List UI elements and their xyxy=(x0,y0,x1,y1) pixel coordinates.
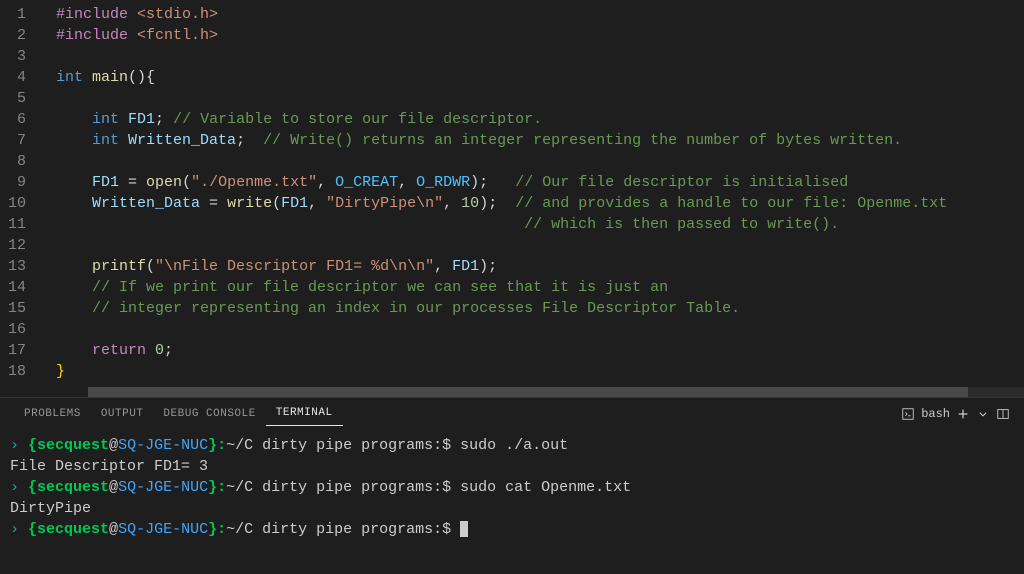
terminal-line: File Descriptor FD1= 3 xyxy=(10,456,1014,477)
code-line xyxy=(56,319,1024,340)
line-number: 12 xyxy=(0,235,44,256)
line-number: 4 xyxy=(0,67,44,88)
code-line: int FD1; // Variable to store our file d… xyxy=(56,109,1024,130)
line-number: 14 xyxy=(0,277,44,298)
chevron-down-icon[interactable] xyxy=(976,407,990,421)
terminal-line: › {secquest@SQ-JGE-NUC}:~/C dirty pipe p… xyxy=(10,519,1014,540)
terminal-content[interactable]: › {secquest@SQ-JGE-NUC}:~/C dirty pipe p… xyxy=(0,429,1024,574)
code-line: FD1 = open("./Openme.txt", O_CREAT, O_RD… xyxy=(56,172,1024,193)
code-line: int main(){ xyxy=(56,67,1024,88)
code-line xyxy=(56,88,1024,109)
line-number: 6 xyxy=(0,109,44,130)
code-line xyxy=(56,235,1024,256)
tab-problems[interactable]: PROBLEMS xyxy=(14,402,91,426)
panel-actions: bash xyxy=(901,407,1010,421)
line-number: 18 xyxy=(0,361,44,382)
terminal-line: › {secquest@SQ-JGE-NUC}:~/C dirty pipe p… xyxy=(10,477,1014,498)
code-line: // which is then passed to write(). xyxy=(56,214,1024,235)
line-number: 8 xyxy=(0,151,44,172)
split-icon[interactable] xyxy=(996,407,1010,421)
line-number: 16 xyxy=(0,319,44,340)
plus-icon[interactable] xyxy=(956,407,970,421)
code-line: printf("\nFile Descriptor FD1= %d\n\n", … xyxy=(56,256,1024,277)
scrollbar-thumb[interactable] xyxy=(88,387,968,397)
code-line xyxy=(56,151,1024,172)
shell-name[interactable]: bash xyxy=(921,407,950,421)
code-content[interactable]: #include <stdio.h> #include <fcntl.h> in… xyxy=(44,0,1024,397)
line-number: 1 xyxy=(0,4,44,25)
line-number: 13 xyxy=(0,256,44,277)
line-number: 3 xyxy=(0,46,44,67)
tab-output[interactable]: OUTPUT xyxy=(91,402,154,426)
editor-area: 1 2 3 4 5 6 7 8 9 10 11 12 13 14 15 16 1… xyxy=(0,0,1024,397)
code-line: return 0; xyxy=(56,340,1024,361)
code-line: // If we print our file descriptor we ca… xyxy=(56,277,1024,298)
code-line: #include <fcntl.h> xyxy=(56,25,1024,46)
line-number: 15 xyxy=(0,298,44,319)
code-line: // integer representing an index in our … xyxy=(56,298,1024,319)
code-line: } xyxy=(56,361,1024,382)
tab-debug-console[interactable]: DEBUG CONSOLE xyxy=(153,402,265,426)
terminal-line: DirtyPipe xyxy=(10,498,1014,519)
line-number: 5 xyxy=(0,88,44,109)
shell-icon xyxy=(901,407,915,421)
line-number: 2 xyxy=(0,25,44,46)
tab-terminal[interactable]: TERMINAL xyxy=(266,401,343,426)
code-line: int Written_Data; // Write() returns an … xyxy=(56,130,1024,151)
code-line xyxy=(56,46,1024,67)
code-line: #include <stdio.h> xyxy=(56,4,1024,25)
code-line: Written_Data = write(FD1, "DirtyPipe\n",… xyxy=(56,193,1024,214)
line-number: 17 xyxy=(0,340,44,361)
terminal-cursor xyxy=(460,521,468,537)
horizontal-scrollbar[interactable] xyxy=(88,387,1024,397)
terminal-line: › {secquest@SQ-JGE-NUC}:~/C dirty pipe p… xyxy=(10,435,1014,456)
line-number: 11 xyxy=(0,214,44,235)
panel-tabs: PROBLEMS OUTPUT DEBUG CONSOLE TERMINAL b… xyxy=(0,397,1024,429)
line-number: 10 xyxy=(0,193,44,214)
line-number: 9 xyxy=(0,172,44,193)
line-number-gutter: 1 2 3 4 5 6 7 8 9 10 11 12 13 14 15 16 1… xyxy=(0,0,44,397)
line-number: 7 xyxy=(0,130,44,151)
